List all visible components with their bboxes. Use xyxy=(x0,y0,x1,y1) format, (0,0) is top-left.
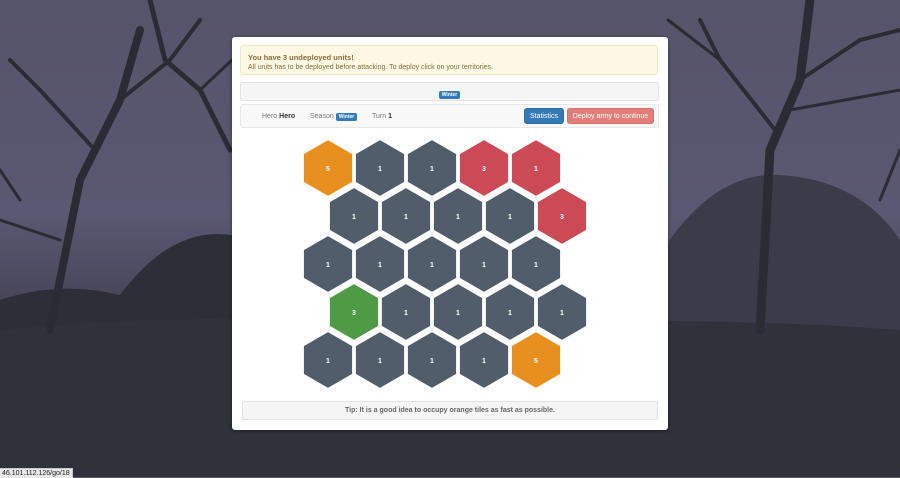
turn-value: 1 xyxy=(388,113,392,120)
hex-unit-count: 1 xyxy=(430,358,434,365)
hex-tile-neutral[interactable]: 1 xyxy=(405,233,459,295)
hex-unit-count: 1 xyxy=(326,358,330,365)
hex-unit-count: 1 xyxy=(378,358,382,365)
hex-tile-neutral[interactable]: 1 xyxy=(353,329,407,391)
season-banner: Winter xyxy=(240,82,659,101)
hex-tile-neutral[interactable]: 1 xyxy=(431,185,485,247)
hex-board: 5 1 1 3 1 1 1 1 1 3 1 1 1 1 1 3 1 1 1 1 1 1 1 1 5 xyxy=(301,137,589,391)
hex-tile-neutral[interactable]: 1 xyxy=(301,329,355,391)
hex-tile-orange[interactable]: 5 xyxy=(301,137,355,199)
hex-tile-green[interactable]: 3 xyxy=(327,281,381,343)
hex-unit-count: 3 xyxy=(560,214,564,221)
hex-tile-neutral[interactable]: 1 xyxy=(535,281,589,343)
hex-tile-neutral[interactable]: 1 xyxy=(353,233,407,295)
hex-unit-count: 1 xyxy=(378,262,382,269)
alert-title: You have 3 undeployed units! xyxy=(248,53,354,62)
hex-tile-neutral[interactable]: 1 xyxy=(483,185,537,247)
hex-tile-neutral[interactable]: 1 xyxy=(405,137,459,199)
hex-tile-neutral[interactable]: 1 xyxy=(327,185,381,247)
hex-unit-count: 1 xyxy=(456,214,460,221)
game-info-bar: Hero Hero Season Winter Turn 1 Statistic… xyxy=(240,104,659,128)
hex-unit-count: 1 xyxy=(508,214,512,221)
hex-tile-red[interactable]: 1 xyxy=(509,137,563,199)
hex-tile-neutral[interactable]: 1 xyxy=(379,281,433,343)
hero-label: Hero xyxy=(262,113,278,120)
hero-info: Hero Hero xyxy=(262,113,295,120)
hex-unit-count: 1 xyxy=(508,310,512,317)
hex-unit-count: 5 xyxy=(534,358,538,365)
hero-value: Hero xyxy=(279,113,296,120)
hex-tile-neutral[interactable]: 1 xyxy=(379,185,433,247)
hex-unit-count: 1 xyxy=(456,310,460,317)
hex-unit-count: 1 xyxy=(378,166,382,173)
hex-unit-count: 1 xyxy=(482,262,486,269)
game-panel: You have 3 undeployed units! All units h… xyxy=(232,37,668,430)
hex-tile-neutral[interactable]: 1 xyxy=(405,329,459,391)
hex-unit-count: 1 xyxy=(404,214,408,221)
hex-tile-neutral[interactable]: 1 xyxy=(301,233,355,295)
deploy-army-button[interactable]: Deploy army to continue xyxy=(567,108,654,124)
hex-unit-count: 1 xyxy=(430,262,434,269)
hex-tile-red[interactable]: 3 xyxy=(535,185,589,247)
turn-info: Turn 1 xyxy=(372,113,392,120)
hex-unit-count: 1 xyxy=(404,310,408,317)
hex-tile-neutral[interactable]: 1 xyxy=(483,281,537,343)
hex-tile-red[interactable]: 3 xyxy=(457,137,511,199)
hex-unit-count: 1 xyxy=(482,358,486,365)
hex-unit-count: 3 xyxy=(482,166,486,173)
hex-tile-neutral[interactable]: 1 xyxy=(509,233,563,295)
hex-tile-neutral[interactable]: 1 xyxy=(457,329,511,391)
hex-unit-count: 1 xyxy=(534,166,538,173)
undeployed-units-alert: You have 3 undeployed units! All units h… xyxy=(240,45,658,75)
season-banner-badge: Winter xyxy=(438,91,461,99)
season-label: Season xyxy=(310,113,334,120)
hex-unit-count: 3 xyxy=(352,310,356,317)
hex-tile-orange[interactable]: 5 xyxy=(509,329,563,391)
season-info: Season Winter xyxy=(310,113,358,121)
hex-tile-neutral[interactable]: 1 xyxy=(431,281,485,343)
hex-unit-count: 1 xyxy=(352,214,356,221)
tip-box: Tip: It is a good idea to occupy orange … xyxy=(242,401,658,420)
season-badge: Winter xyxy=(335,113,358,121)
turn-label: Turn xyxy=(372,113,387,120)
hex-unit-count: 1 xyxy=(560,310,564,317)
hex-unit-count: 1 xyxy=(326,262,330,269)
statistics-button[interactable]: Statistics xyxy=(524,108,564,124)
hex-tile-neutral[interactable]: 1 xyxy=(353,137,407,199)
hex-tile-neutral[interactable]: 1 xyxy=(457,233,511,295)
alert-message: All units has to be deployed before atta… xyxy=(248,64,494,71)
hex-unit-count: 5 xyxy=(326,166,330,173)
hex-unit-count: 1 xyxy=(430,166,434,173)
hex-unit-count: 1 xyxy=(534,262,538,269)
